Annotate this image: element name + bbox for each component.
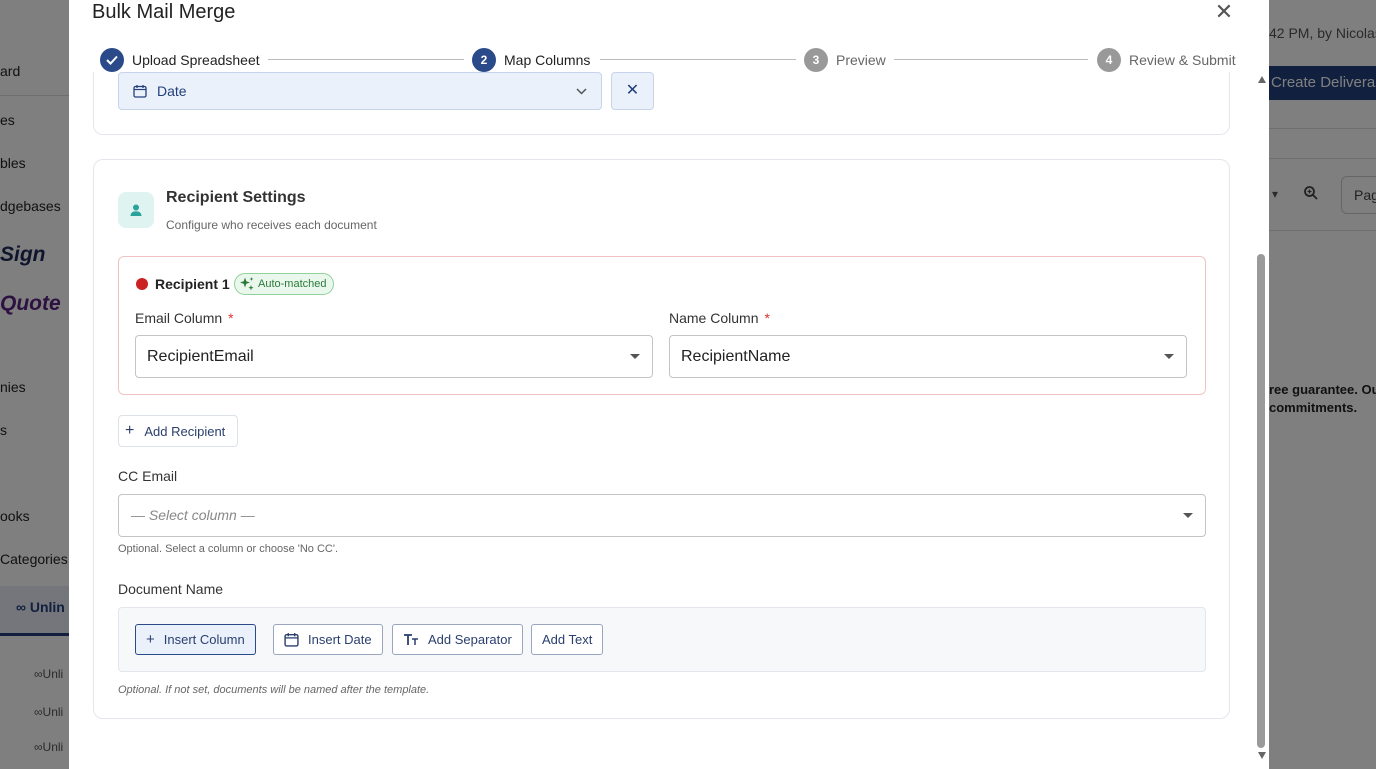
step-connector bbox=[894, 59, 1088, 60]
person-icon bbox=[118, 192, 154, 228]
caret-down-icon bbox=[1164, 354, 1174, 359]
section-subtitle: Configure who receives each document bbox=[166, 218, 377, 232]
recipient-1-block: Recipient 1 Auto-matched Email Column * R… bbox=[118, 256, 1206, 395]
step-label: Upload Spreadsheet bbox=[132, 52, 260, 68]
name-column-value: RecipientName bbox=[681, 348, 791, 365]
email-column-select[interactable]: RecipientEmail bbox=[135, 335, 653, 378]
add-recipient-label: Add Recipient bbox=[144, 423, 226, 439]
date-column-value: Date bbox=[157, 83, 187, 99]
recipient-title: Recipient 1 bbox=[155, 276, 230, 292]
recipient-settings-card: Recipient Settings Configure who receive… bbox=[93, 159, 1230, 719]
check-icon bbox=[100, 48, 124, 72]
document-name-builder: + Insert Column Insert Date Add Separato… bbox=[118, 607, 1206, 672]
step-label: Map Columns bbox=[504, 52, 591, 68]
plus-icon: + bbox=[146, 631, 155, 648]
step-upload-spreadsheet[interactable]: Upload Spreadsheet bbox=[100, 47, 260, 73]
column-mapping-card: Date ✕ bbox=[93, 72, 1230, 135]
document-name-help: Optional. If not set, documents will be … bbox=[118, 684, 430, 696]
step-connector bbox=[268, 59, 464, 60]
step-connector bbox=[600, 59, 796, 60]
scrollbar-thumb[interactable] bbox=[1257, 254, 1265, 748]
cc-email-select[interactable]: — Select column — bbox=[118, 494, 1206, 537]
step-preview[interactable]: 3 Preview bbox=[804, 47, 886, 73]
insert-column-label: Insert Column bbox=[163, 632, 245, 647]
step-label: Review & Submit bbox=[1129, 52, 1236, 68]
cc-email-placeholder: — Select column — bbox=[131, 507, 255, 523]
add-separator-button[interactable]: Add Separator bbox=[392, 624, 523, 655]
name-column-label: Name Column * bbox=[669, 310, 770, 326]
dialog-scrollbar[interactable] bbox=[1255, 72, 1269, 769]
add-separator-label: Add Separator bbox=[428, 632, 512, 647]
name-column-select[interactable]: RecipientName bbox=[669, 335, 1187, 378]
caret-down-icon bbox=[1183, 513, 1193, 518]
step-review-submit[interactable]: 4 Review & Submit bbox=[1097, 47, 1236, 73]
insert-date-button[interactable]: Insert Date bbox=[273, 624, 383, 655]
remove-date-button[interactable]: ✕ bbox=[611, 72, 654, 110]
scroll-up-arrow-icon[interactable] bbox=[1258, 76, 1266, 83]
dialog-content[interactable]: Date ✕ Recipient Settings Configure who … bbox=[69, 72, 1269, 769]
step-number: 3 bbox=[804, 48, 828, 72]
caret-down-icon bbox=[630, 354, 640, 359]
date-column-select[interactable]: Date bbox=[118, 72, 602, 110]
step-map-columns[interactable]: 2 Map Columns bbox=[472, 47, 591, 73]
close-icon[interactable]: ✕ bbox=[1212, 1, 1236, 25]
text-size-icon bbox=[403, 633, 419, 647]
sparkle-icon bbox=[240, 277, 254, 291]
badge-label: Auto-matched bbox=[258, 278, 327, 290]
step-number: 4 bbox=[1097, 48, 1121, 72]
plus-icon: + bbox=[125, 422, 135, 439]
step-label: Preview bbox=[836, 52, 886, 68]
cc-email-help: Optional. Select a column or choose 'No … bbox=[118, 543, 339, 555]
section-title: Recipient Settings bbox=[166, 189, 306, 206]
document-name-label: Document Name bbox=[118, 581, 224, 597]
bulk-mail-merge-dialog: Bulk Mail Merge ✕ Upload Spreadsheet 2 M… bbox=[69, 0, 1269, 769]
auto-matched-badge: Auto-matched bbox=[234, 273, 335, 295]
calendar-icon bbox=[284, 632, 299, 647]
chevron-down-icon bbox=[576, 84, 587, 98]
scroll-down-arrow-icon[interactable] bbox=[1258, 752, 1266, 759]
calendar-icon bbox=[133, 85, 147, 98]
add-recipient-button[interactable]: + Add Recipient bbox=[118, 415, 238, 447]
recipient-status-dot bbox=[136, 278, 148, 290]
insert-date-label: Insert Date bbox=[308, 632, 372, 647]
wizard-stepper: Upload Spreadsheet 2 Map Columns 3 Previ… bbox=[100, 47, 1238, 73]
email-column-value: RecipientEmail bbox=[147, 348, 254, 365]
add-text-button[interactable]: Add Text bbox=[531, 624, 604, 655]
dialog-title: Bulk Mail Merge bbox=[92, 1, 236, 23]
close-icon: ✕ bbox=[625, 82, 640, 99]
cc-email-label: CC Email bbox=[118, 468, 178, 484]
insert-column-button[interactable]: + Insert Column bbox=[135, 624, 256, 655]
add-text-label: Add Text bbox=[542, 632, 593, 647]
step-number: 2 bbox=[472, 48, 496, 72]
email-column-label: Email Column * bbox=[135, 310, 234, 326]
